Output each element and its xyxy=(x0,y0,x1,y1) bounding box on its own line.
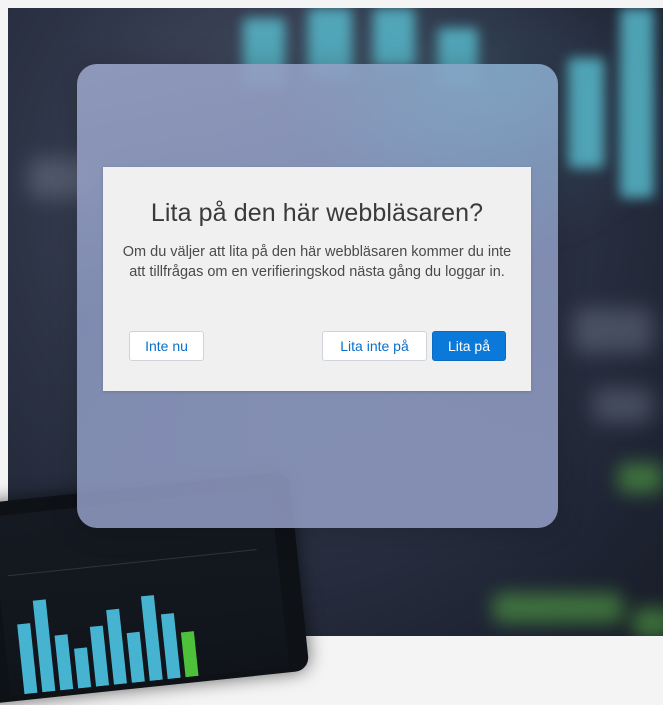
trust-browser-dialog: Lita på den här webbläsaren? Om du välje… xyxy=(103,167,531,391)
dialog-message: Om du väljer att lita på den här webbläs… xyxy=(122,244,512,280)
background-smudge xyxy=(573,308,653,353)
background-bar xyxy=(620,8,654,198)
background-bar xyxy=(373,8,415,68)
background-green-block xyxy=(618,463,663,493)
tablet-chart-bar xyxy=(89,625,110,687)
dialog-title: Lita på den här webbläsaren? xyxy=(150,199,484,227)
tablet-chart-bar xyxy=(140,595,163,681)
tablet-chart-bar xyxy=(54,634,74,691)
tablet-chart-gridline xyxy=(7,549,257,577)
tablet-chart-bar xyxy=(74,647,92,689)
dont-trust-button[interactable]: Lita inte på xyxy=(322,331,427,361)
tablet-chart-bar xyxy=(160,613,181,680)
background-smudge xyxy=(593,388,653,423)
tablet-chart-bar xyxy=(32,599,56,693)
tablet-chart-bar xyxy=(106,608,127,685)
tablet-chart-bar xyxy=(126,631,145,683)
trust-button[interactable]: Lita på xyxy=(432,331,506,361)
background-bar xyxy=(568,58,604,168)
background-green-block xyxy=(633,608,663,636)
background-green-block xyxy=(493,593,623,623)
not-now-button[interactable]: Inte nu xyxy=(129,331,204,361)
tablet-chart-bar xyxy=(17,623,38,695)
tablet-chart-bar xyxy=(180,631,199,678)
